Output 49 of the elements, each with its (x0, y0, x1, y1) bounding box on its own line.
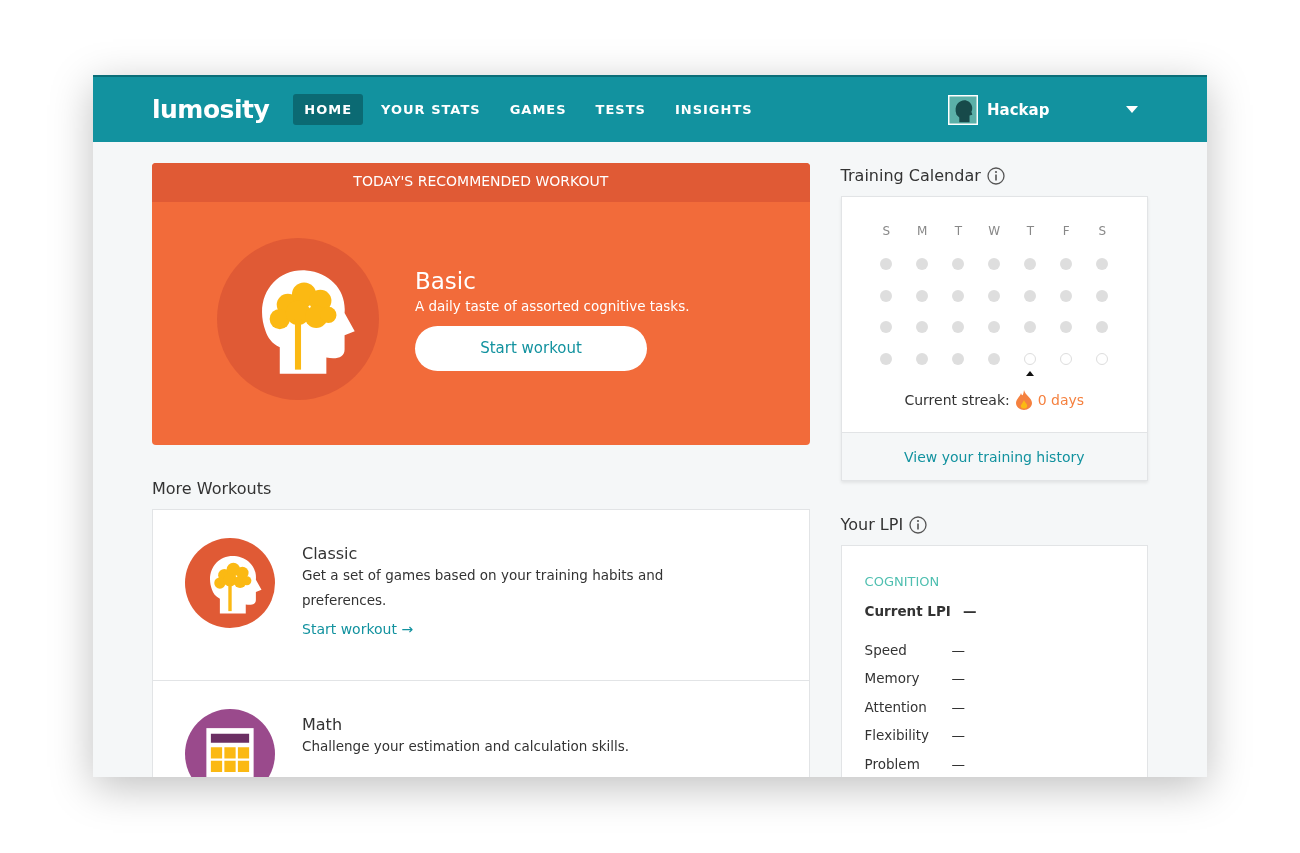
lpi-value: — (951, 755, 966, 774)
nav-tab[interactable]: HOME (293, 94, 364, 125)
avatar-icon[interactable] (948, 94, 978, 125)
category-label: COGNITION (864, 574, 941, 589)
lpi-value: — (962, 603, 977, 621)
flame-icon (1015, 390, 1032, 410)
card-banner: TODAY'S RECOMMENDED WORKOUT (152, 163, 810, 202)
weekday-label: M (916, 224, 929, 240)
lpi-value: — (951, 698, 966, 717)
lpi-label: Flexibility (864, 727, 931, 745)
lpi-value: — (951, 641, 966, 660)
nav-tab[interactable]: TESTS (584, 94, 657, 125)
start-workout-button[interactable]: Start workout (415, 325, 647, 371)
start-workout-link[interactable]: Start workout → (302, 621, 414, 637)
weekday-label: T (1025, 224, 1035, 240)
workout-description: A daily taste of assorted cognitive tasks. (415, 297, 690, 314)
lpi-label: Current LPI (864, 603, 951, 621)
lpi-label: Attention (864, 698, 928, 717)
lpi-label: Memory (864, 670, 921, 688)
section-title: More Workouts (152, 479, 273, 498)
weekday-label: T (953, 224, 963, 240)
workout-description: Challenge your estimation and calculation skills. (302, 737, 631, 756)
training-history-link[interactable]: View your training history (904, 449, 1085, 465)
info-icon[interactable] (986, 166, 1005, 185)
weekday-label: F (1061, 224, 1071, 240)
logo[interactable]: lumosity (152, 95, 270, 124)
weekday-label: W (987, 224, 1002, 240)
weekday-label: S (1097, 224, 1108, 240)
lpi-value: — (951, 727, 966, 745)
workout-title: Classic (302, 544, 359, 563)
caret-icon[interactable] (1126, 106, 1138, 113)
weekday-label: S (881, 224, 892, 240)
workout-description: Get a set of games based on your training habits and preferences. (302, 566, 665, 610)
lpi-value: — (951, 670, 966, 688)
today-marker-icon (1026, 370, 1035, 376)
lpi-label: Speed (864, 641, 908, 660)
nav-tab[interactable]: YOUR STATS (370, 94, 492, 125)
workout-title: Basic (415, 267, 477, 294)
user-name[interactable]: Hackap (987, 100, 1117, 119)
section-title: Training Calendar (840, 166, 981, 185)
streak-label: Current streak: (904, 392, 1010, 408)
head-brain-icon (217, 238, 379, 400)
nav-tab[interactable]: INSIGHTS (663, 94, 764, 125)
streak-value: 0 days (1037, 392, 1085, 408)
info-icon[interactable] (909, 515, 928, 534)
section-title: Your LPI (840, 515, 904, 534)
lpi-label: Problem (864, 755, 921, 774)
workout-title: Math (302, 715, 344, 734)
nav-tab[interactable]: GAMES (498, 94, 578, 125)
